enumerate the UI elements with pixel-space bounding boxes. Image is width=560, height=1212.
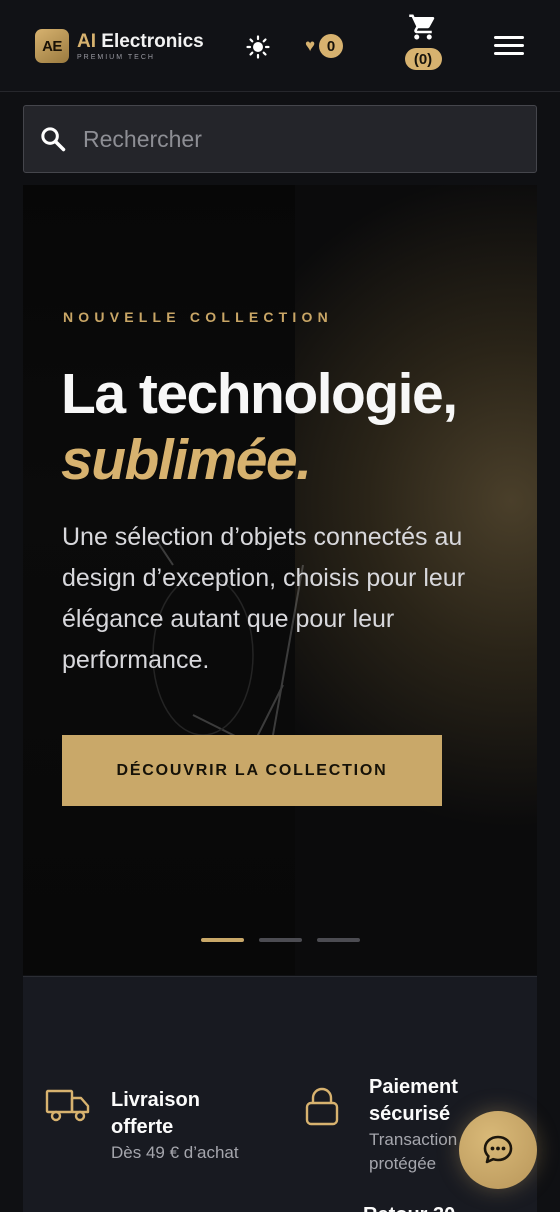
carousel-dot-1[interactable] bbox=[201, 938, 244, 942]
chat-button[interactable] bbox=[459, 1111, 537, 1189]
logo-tagline: PREMIUM TECH bbox=[77, 53, 155, 61]
logo-title: AI Electronics bbox=[77, 30, 204, 52]
logo-text: AI Electronics PREMIUM TECH bbox=[77, 30, 204, 61]
logo[interactable]: AE AI Electronics PREMIUM TECH bbox=[35, 29, 204, 63]
feature-returns: Retour 30 bbox=[363, 1204, 455, 1212]
favorites-button[interactable]: ♥ 0 bbox=[305, 34, 344, 58]
theme-toggle-sun-icon[interactable] bbox=[246, 35, 270, 59]
menu-hamburger-icon[interactable] bbox=[494, 36, 524, 58]
cart-icon bbox=[409, 14, 435, 40]
feature-description: Dès 49 € d’achat bbox=[111, 1143, 239, 1162]
truck-icon bbox=[45, 1089, 90, 1122]
hero-title-highlight: sublimée. bbox=[61, 428, 312, 492]
search-icon bbox=[41, 127, 66, 152]
logo-badge: AE bbox=[35, 29, 69, 63]
header: AE AI Electronics PREMIUM TECH ♥ 0 (0) bbox=[0, 0, 560, 92]
hero-title-line1: La technologie, bbox=[61, 362, 458, 426]
search-input[interactable] bbox=[83, 125, 503, 153]
search-bar[interactable] bbox=[23, 105, 537, 173]
feature-title: Livraison offerte bbox=[111, 1089, 200, 1138]
logo-ai: AI bbox=[77, 30, 96, 52]
hero-title: La technologie, sublimée. bbox=[61, 361, 458, 493]
features-section: Livraison offerte Dès 49 € d’achat Paiem… bbox=[23, 976, 537, 1212]
feature-free-delivery: Livraison offerte Dès 49 € d’achat bbox=[45, 1085, 239, 1165]
cart-button[interactable]: (0) bbox=[403, 12, 443, 70]
hero-eyebrow: NOUVELLE COLLECTION bbox=[63, 309, 333, 325]
chat-bubble-icon bbox=[483, 1135, 513, 1164]
carousel-indicators bbox=[201, 938, 375, 942]
heart-icon: ♥ bbox=[305, 36, 316, 55]
carousel-dot-3[interactable] bbox=[317, 938, 360, 942]
lock-icon bbox=[305, 1087, 339, 1126]
favorites-count: 0 bbox=[319, 34, 344, 58]
logo-name: Electronics bbox=[96, 30, 204, 52]
discover-collection-button[interactable]: DÉCOUVRIR LA COLLECTION bbox=[62, 735, 442, 806]
hero-description: Une sélection d’objets connectés au desi… bbox=[62, 523, 466, 674]
hero-banner: NOUVELLE COLLECTION La technologie, subl… bbox=[23, 185, 537, 975]
carousel-dot-2[interactable] bbox=[259, 938, 302, 942]
cart-count: (0) bbox=[404, 48, 442, 70]
